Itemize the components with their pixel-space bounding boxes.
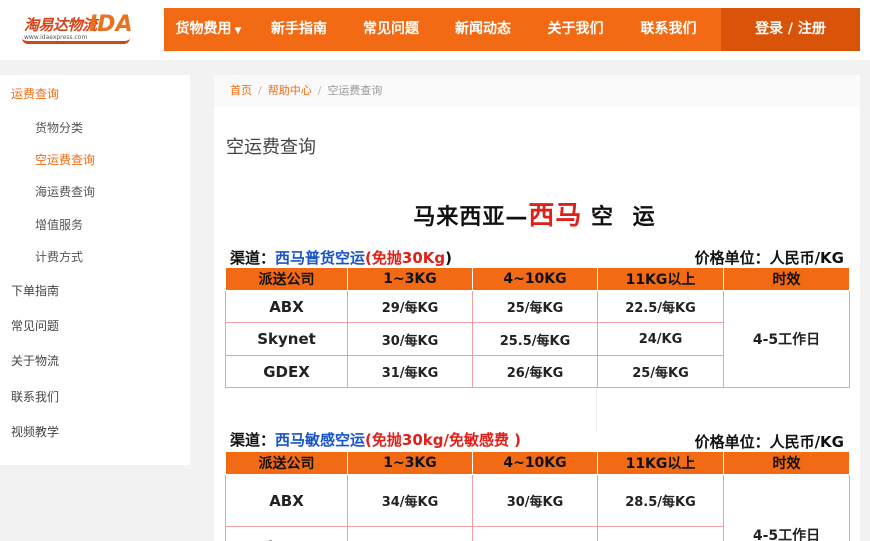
table-divider [596,388,597,432]
sidebar-item-video[interactable]: 视频教学 [11,423,59,440]
column-header: 11KG以上 [597,267,724,291]
nav-cargo-fees-label: 货物费用 [175,21,232,37]
channel-line-sensitive: 渠道：西马敏感空运(免抛30kg/免敏感费 ) [230,429,521,450]
logo-text: 淘易达物流 [24,16,97,34]
timing-cell: 4-5工作日 [723,474,850,541]
sidebar-item-order-guide[interactable]: 下单指南 [11,282,59,299]
price-cell: 22.5/每KG [597,290,724,323]
timing-cell: 4-5工作日 [723,290,850,388]
page-title: 空运费查询 [226,137,316,158]
channel-label: 渠道： [230,431,276,449]
column-header: 1~3KG [347,451,473,475]
column-header: 派送公司 [225,267,348,291]
chevron-down-icon: ▼ [234,26,242,36]
price-cell: 24/KG [597,322,724,356]
column-header: 时效 [723,451,850,475]
company-cell: Skynet [225,322,348,356]
column-header: 时效 [723,267,850,291]
sidebar-item-value-added[interactable]: 增值服务 [35,216,83,233]
sidebar-item-contact[interactable]: 联系我们 [11,388,59,405]
sidebar-item-cargo-category[interactable]: 货物分类 [35,119,83,136]
column-header: 4~10KG [472,451,598,475]
sidebar-item-freight[interactable]: 运费查询 [11,85,59,102]
breadcrumb-home[interactable]: 首页 [230,84,252,97]
sidebar: 运费查询 货物分类 空运费查询 海运费查询 增值服务 计费方式 下单指南 常见问… [0,75,190,465]
breadcrumb-help-center[interactable]: 帮助中心 [268,84,312,97]
price-cell [472,526,598,541]
sidebar-item-air-freight[interactable]: 空运费查询 [35,151,95,168]
table-header-row: 派送公司 1~3KG 4~10KG 11KG以上 时效 [225,451,850,475]
table-row: ABX 29/每KG 25/每KG 22.5/每KG 4-5工作日 [225,290,850,388]
headline-suffix: 空 运 [591,205,661,230]
column-header: 11KG以上 [597,451,724,475]
column-header: 4~10KG [472,267,598,291]
channel-name: 西马普货空运 [275,249,366,267]
channel-note: (免抛30kg/免敏感费 ) [365,431,522,449]
column-header: 派送公司 [225,451,348,475]
price-cell: 25.5/每KG [472,322,598,356]
price-cell [597,526,724,541]
nav-about[interactable]: 关于我们 [529,8,622,51]
login-register-button[interactable]: 登录 / 注册 [721,8,860,51]
sidebar-item-faq[interactable]: 常见问题 [11,317,59,334]
sidebar-item-billing[interactable]: 计费方式 [35,248,83,265]
price-cell: 29/每KG [347,290,473,323]
site-header: 淘易达物流 IDA www.idaexpress.com 货物费用 ▼ 新手指南 … [0,0,870,60]
breadcrumb-separator: / [258,84,262,97]
company-cell: ABX [225,290,348,323]
price-cell: 30/每KG [347,322,473,356]
nav-faq[interactable]: 常见问题 [345,8,437,51]
channel-label: 渠道： [230,249,276,267]
company-cell: Skynet [225,526,348,541]
company-cell: GDEX [225,355,348,388]
price-cell: 25/每KG [597,355,724,388]
sidebar-item-about[interactable]: 关于物流 [11,352,59,369]
logo-url: www.idaexpress.com [24,34,88,41]
price-cell: 28.5/每KG [597,474,724,527]
breadcrumb: 首页 / 帮助中心 / 空运费查询 [214,75,860,107]
rate-table-sensitive: 派送公司 1~3KG 4~10KG 11KG以上 时效 ABX 34/每KG 3… [225,451,850,541]
price-cell: 34/每KG [347,474,473,527]
price-cell: 26/每KG [472,355,598,388]
channel-note: (免抛30Kg [365,249,446,267]
price-cell: 30/每KG [472,474,598,527]
breadcrumb-current: 空运费查询 [327,84,383,97]
headline-prefix: 马来西亚— [413,205,529,230]
breadcrumb-separator: / [317,84,322,97]
nav-cargo-fees[interactable]: 货物费用 ▼ [164,8,253,51]
price-unit: 价格单位：人民币/KG [694,249,844,267]
price-cell [347,526,473,541]
logo-mark: IDA [89,12,133,37]
table-header-row: 派送公司 1~3KG 4~10KG 11KG以上 时效 [225,267,850,291]
price-unit: 价格单位：人民币/KG [694,433,844,451]
main-content: 首页 / 帮助中心 / 空运费查询 空运费查询 马来西亚—西马 空 运 渠道：西马普货空… [214,75,860,541]
headline-highlight: 西马 [528,201,583,231]
table-row: ABX 34/每KG 30/每KG 28.5/每KG 4-5工作日 [225,474,850,541]
price-cell: 25/每KG [472,290,598,323]
channel-close: ) [445,249,452,267]
nav-news[interactable]: 新闻动态 [437,8,529,51]
column-header: 1~3KG [347,267,473,291]
nav-contact[interactable]: 联系我们 [622,8,715,51]
channel-line-general: 渠道：西马普货空运(免抛30Kg) [230,247,452,268]
channel-name: 西马敏感空运 [275,431,366,449]
rate-table-general: 派送公司 1~3KG 4~10KG 11KG以上 时效 ABX 29/每KG 2… [225,267,850,388]
sidebar-item-sea-freight[interactable]: 海运费查询 [35,183,95,200]
company-cell: ABX [225,474,348,527]
headline: 马来西亚—西马 空 运 [214,195,860,232]
nav-beginner-guide[interactable]: 新手指南 [253,8,345,51]
price-cell: 31/每KG [347,355,473,388]
main-nav: 货物费用 ▼ 新手指南 常见问题 新闻动态 关于我们 联系我们 登录 / 注册 [164,8,860,51]
site-logo[interactable]: 淘易达物流 IDA www.idaexpress.com [22,12,132,48]
